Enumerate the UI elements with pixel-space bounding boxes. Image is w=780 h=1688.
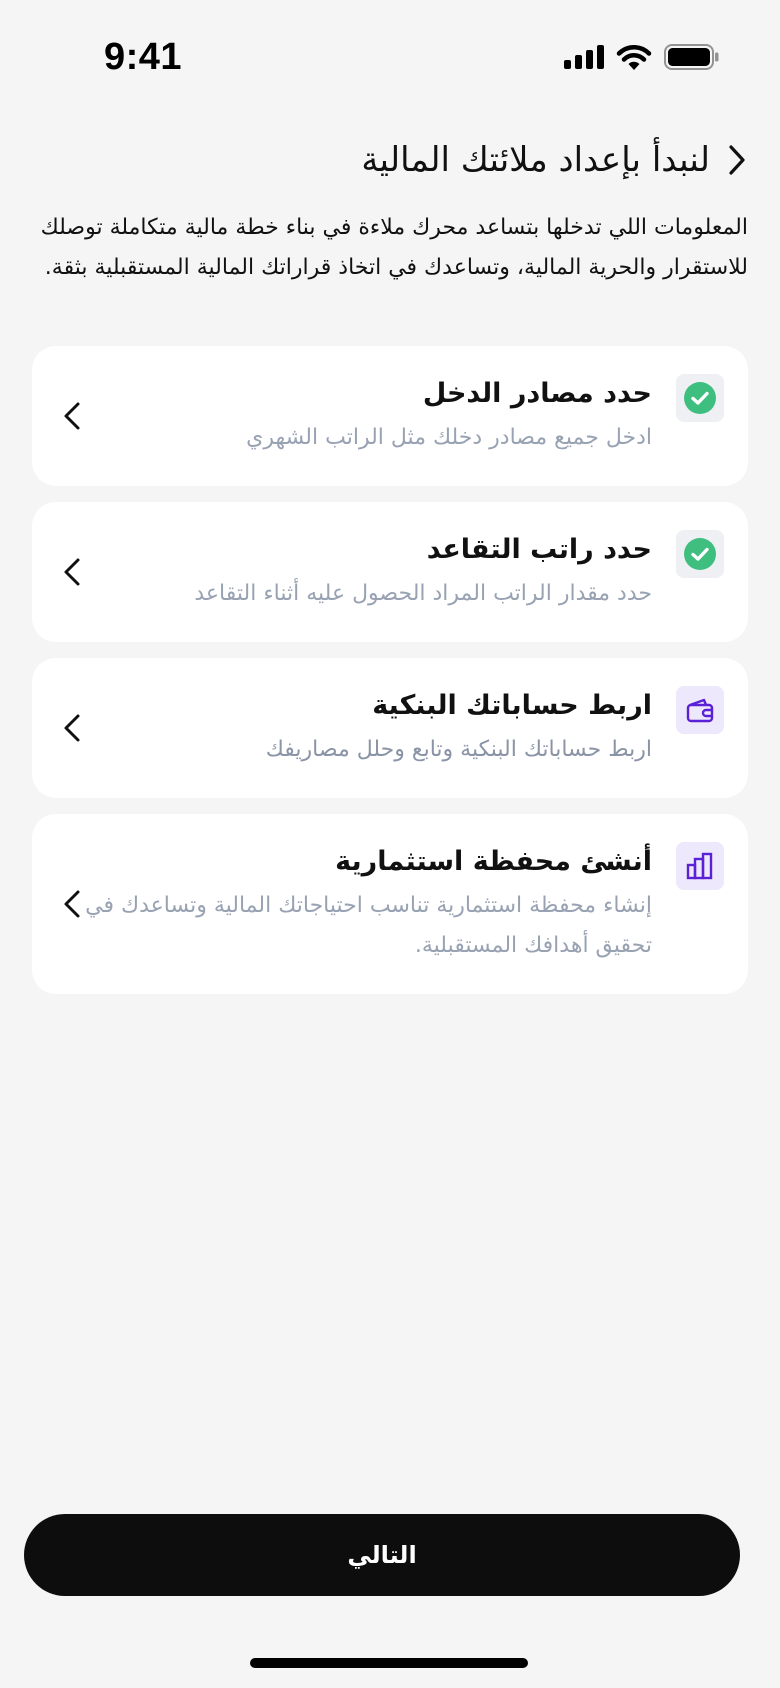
step-card-body: حدد راتب التقاعد حدد مقدار الراتب المراد… [62, 530, 652, 614]
step-description: ادخل جميع مصادر دخلك مثل الراتب الشهري [246, 425, 652, 450]
chevron-left-icon [60, 555, 84, 589]
status-time: 9:41 [104, 36, 183, 78]
check-circle-icon [676, 530, 724, 578]
chevron-left-icon [60, 711, 84, 745]
cellular-signal-icon [564, 45, 604, 69]
wifi-icon [616, 45, 652, 70]
step-title: أنشئ محفظة استثمارية [335, 846, 652, 877]
step-card-body: حدد مصادر الدخل ادخل جميع مصادر دخلك مثل… [62, 374, 652, 458]
step-title: حدد مصادر الدخل [422, 378, 652, 409]
step-card-investment-portfolio[interactable]: أنشئ محفظة استثمارية إنشاء محفظة استثمار… [32, 814, 748, 994]
battery-icon [664, 44, 719, 70]
chevron-left-icon [60, 399, 84, 433]
step-description: اربط حساباتك البنكية وتابع وحلل مصاريفك [265, 737, 652, 762]
check-circle-icon [676, 374, 724, 422]
home-indicator [250, 1658, 528, 1668]
step-card-body: اربط حساباتك البنكية اربط حساباتك البنكي… [62, 686, 652, 770]
step-card-retirement-salary[interactable]: حدد راتب التقاعد حدد مقدار الراتب المراد… [32, 502, 748, 642]
step-title: اربط حساباتك البنكية [372, 690, 652, 721]
back-chevron-icon[interactable] [724, 142, 750, 178]
step-card-income-sources[interactable]: حدد مصادر الدخل ادخل جميع مصادر دخلك مثل… [32, 346, 748, 486]
step-description: إنشاء محفظة استثمارية تناسب احتياجاتك ال… [85, 893, 652, 958]
step-card-body: أنشئ محفظة استثمارية إنشاء محفظة استثمار… [62, 842, 652, 966]
bar-chart-icon [676, 842, 724, 890]
chevron-left-icon [60, 887, 84, 921]
screen: 9:41 لنبدأ بإعداد ملائتك المالية المعلوم… [0, 0, 780, 1688]
page-header: لنبدأ بإعداد ملائتك المالية [30, 132, 750, 188]
setup-steps-list: حدد مصادر الدخل ادخل جميع مصادر دخلك مثل… [32, 346, 748, 994]
next-button[interactable]: التالي [24, 1514, 740, 1596]
intro-text: المعلومات اللي تدخلها بتساعد محرك ملاءة … [40, 215, 748, 280]
status-bar: 9:41 [0, 0, 780, 116]
step-card-link-bank-accounts[interactable]: اربط حساباتك البنكية اربط حساباتك البنكي… [32, 658, 748, 798]
step-description: حدد مقدار الراتب المراد الحصول عليه أثنا… [194, 581, 652, 606]
wallet-icon [676, 686, 724, 734]
step-title: حدد راتب التقاعد [426, 534, 652, 565]
page-title: لنبدأ بإعداد ملائتك المالية [361, 140, 710, 180]
status-icons [564, 44, 720, 70]
